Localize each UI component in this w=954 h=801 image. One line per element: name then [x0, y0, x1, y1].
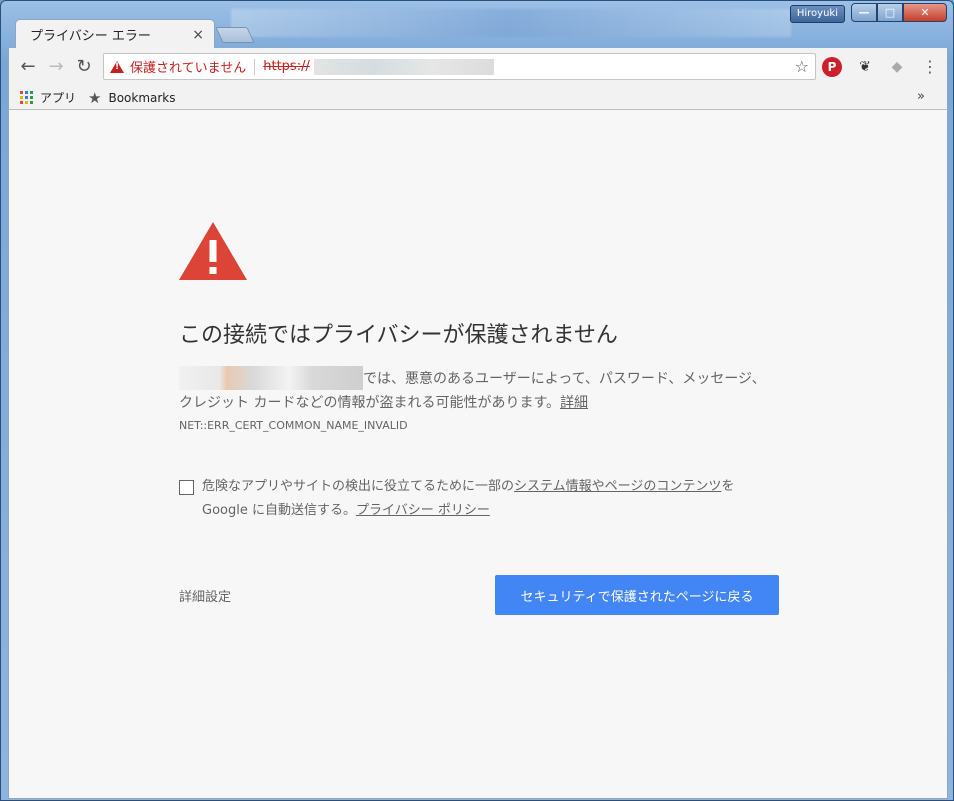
details-link[interactable]: 詳細 — [560, 395, 588, 411]
background-taskbar-blur — [231, 9, 791, 37]
dropbox-icon[interactable]: ◆ — [887, 57, 907, 77]
browser-window-frame: Hiroyuki — □ ✕ プライバシー エラー × ← → ↻ 保護されてい… — [0, 0, 954, 801]
url-redacted — [313, 58, 494, 75]
security-status-label[interactable]: 保護されていません — [130, 57, 246, 76]
extended-reporting-checkbox[interactable] — [179, 480, 194, 495]
window-caption-buttons: — □ ✕ — [851, 3, 947, 22]
new-tab-button[interactable] — [215, 27, 255, 43]
back-arrow-icon[interactable]: ← — [17, 56, 39, 78]
bookmarks-folder-star-icon[interactable]: ★ — [88, 89, 101, 107]
warning-triangle-icon — [179, 222, 247, 280]
tab-close-icon[interactable]: × — [192, 27, 204, 43]
bookmarks-folder[interactable]: Bookmarks — [108, 91, 175, 105]
bookmark-star-icon[interactable]: ☆ — [795, 57, 809, 76]
advanced-button[interactable]: 詳細設定 — [179, 586, 231, 605]
system-info-link[interactable]: システム情報やページのコンテンツ — [514, 479, 721, 494]
profile-name-badge[interactable]: Hiroyuki — [789, 5, 845, 23]
apps-grid-icon[interactable] — [20, 91, 33, 104]
back-to-safety-button[interactable]: セキュリティで保護されたページに戻る — [495, 575, 779, 615]
reload-icon[interactable]: ↻ — [73, 56, 95, 78]
omnibox-separator — [254, 58, 256, 75]
extended-reporting-option: 危険なアプリやサイトの検出に役立てるために一部のシステム情報やページのコンテンツ… — [179, 478, 759, 523]
address-bar[interactable]: 保護されていません https:// ☆ — [103, 53, 816, 80]
minimize-button[interactable]: — — [851, 3, 877, 22]
evernote-icon[interactable]: ❦ — [855, 57, 875, 77]
bookmarks-overflow-icon[interactable]: » — [917, 89, 925, 104]
checkbox-text-part1: 危険なアプリやサイトの検出に役立てるために一部の — [202, 479, 515, 494]
tab-title: プライバシー エラー — [30, 29, 151, 44]
url-scheme: https:// — [263, 59, 310, 74]
apps-shortcut[interactable]: アプリ — [40, 89, 76, 106]
maximize-button[interactable]: □ — [877, 3, 903, 22]
active-tab[interactable]: プライバシー エラー × — [15, 19, 215, 49]
menu-kebab-icon[interactable]: ⋮ — [919, 56, 941, 78]
page-heading: この接続ではプライバシーが保護されません — [179, 323, 618, 348]
pinterest-icon[interactable]: P — [822, 57, 842, 77]
not-secure-warning-icon — [110, 60, 124, 73]
site-host-redacted — [179, 366, 363, 390]
main-message: では、悪意のあるユーザーによって、パスワード、メッセージ、クレジット カードなど… — [179, 366, 779, 415]
extended-reporting-text: 危険なアプリやサイトの検出に役立てるために一部のシステム情報やページのコンテンツ… — [202, 475, 759, 523]
close-window-button[interactable]: ✕ — [903, 3, 947, 22]
bookmarks-bar: アプリ ★ Bookmarks » — [8, 86, 948, 110]
error-code: NET::ERR_CERT_COMMON_NAME_INVALID — [179, 419, 408, 432]
privacy-policy-link[interactable]: プライバシー ポリシー — [356, 503, 490, 518]
browser-toolbar: ← → ↻ 保護されていません https:// ☆ P ❦ ◆ ⋮ — [8, 48, 948, 86]
forward-arrow-icon[interactable]: → — [45, 56, 67, 78]
interstitial-page: この接続ではプライバシーが保護されません では、悪意のあるユーザーによって、パス… — [8, 110, 948, 799]
